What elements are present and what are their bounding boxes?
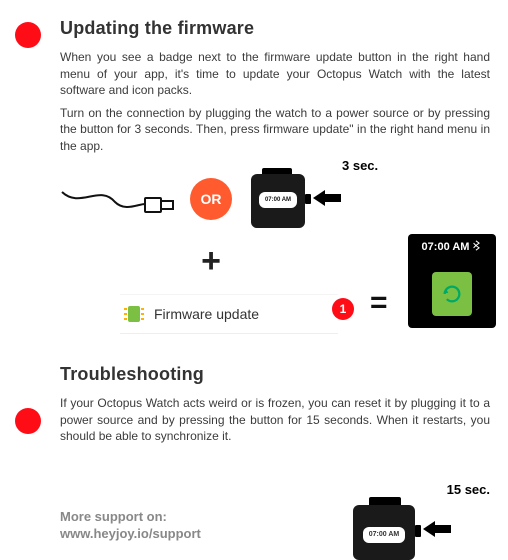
- bullet-dot-icon: [15, 408, 41, 434]
- watch-side-button: [305, 194, 311, 204]
- watch-screen-time: 07:00 AM: [363, 527, 405, 543]
- watch-small-icon: 07:00 AM: [245, 168, 330, 230]
- watch-side-button: [415, 525, 421, 537]
- support-url: www.heyjoy.io/support: [60, 526, 201, 543]
- refresh-chip-icon: [432, 272, 472, 316]
- heading-firmware: Updating the firmware: [60, 18, 490, 39]
- firmware-badge-count: 1: [332, 298, 354, 320]
- or-label: OR: [201, 191, 222, 207]
- firmware-update-menu-item: Firmware update: [120, 294, 338, 334]
- watch-result-icon: 07:00 AM: [408, 234, 496, 328]
- chip-icon: [124, 303, 144, 325]
- watch-result-screen: [408, 260, 496, 328]
- heading-troubleshooting: Troubleshooting: [60, 364, 490, 385]
- watch-bottom-icon: 07:00 AM: [345, 495, 445, 555]
- duration-3sec-label: 3 sec.: [342, 158, 378, 173]
- troubleshoot-para: If your Octopus Watch acts weird or is f…: [60, 395, 490, 445]
- firmware-para-2: Turn on the connection by plugging the w…: [60, 105, 490, 155]
- firmware-diagram: OR 07:00 AM 3 sec. +: [60, 164, 490, 359]
- firmware-para-1: When you see a badge next to the firmwar…: [60, 49, 490, 99]
- watch-result-time: 07:00 AM: [422, 241, 470, 253]
- support-label: More support on:: [60, 509, 201, 526]
- equals-icon: =: [370, 286, 388, 320]
- bullet-dot-icon: [15, 22, 41, 48]
- press-arrow-icon: [423, 519, 453, 539]
- watch-result-time-bar: 07:00 AM: [408, 234, 496, 260]
- or-badge: OR: [190, 178, 232, 220]
- support-footer: More support on: www.heyjoy.io/support: [60, 509, 201, 543]
- press-arrow-icon: [313, 188, 343, 208]
- watch-screen-time: 07:00 AM: [259, 192, 297, 208]
- plus-icon: +: [190, 240, 232, 282]
- bluetooth-icon: [473, 240, 482, 254]
- firmware-update-label: Firmware update: [154, 306, 259, 322]
- power-cable-icon: [60, 184, 180, 224]
- section-troubleshooting: Troubleshooting If your Octopus Watch ac…: [60, 364, 490, 445]
- manual-page: Updating the firmware When you see a bad…: [0, 0, 508, 555]
- duration-15sec-label: 15 sec.: [447, 482, 490, 497]
